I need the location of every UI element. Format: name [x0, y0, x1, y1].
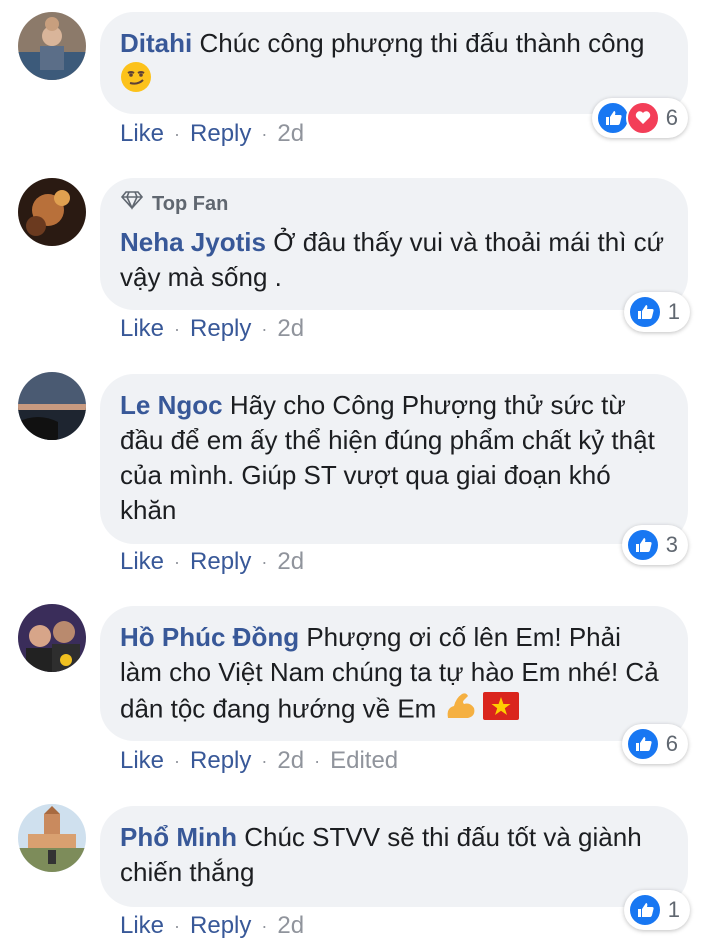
separator: ·	[261, 318, 268, 339]
separator: ·	[174, 123, 181, 144]
comment-author[interactable]: Neha Jyotis	[120, 227, 266, 257]
reply-button[interactable]: Reply	[190, 747, 251, 775]
badge-label: Top Fan	[152, 192, 229, 215]
reaction-summary[interactable]: 6	[621, 724, 688, 764]
comment-actions: Like · Reply · 2d	[120, 548, 304, 576]
comment-actions: Like · Reply · 2d	[120, 912, 304, 940]
avatar[interactable]	[18, 372, 86, 440]
reaction-count: 3	[665, 532, 678, 557]
comment-author[interactable]: Le Ngoc	[120, 390, 223, 420]
reaction-count: 6	[665, 731, 678, 756]
reply-button[interactable]: Reply	[190, 912, 251, 940]
like-reaction-icon	[627, 893, 662, 927]
comment-actions: Like · Reply · 2d	[120, 120, 304, 148]
like-reaction-icon	[627, 295, 662, 329]
top-fan-badge: Top Fan	[120, 190, 668, 217]
comment-bubble: Phổ Minh Chúc STVV sẽ thi đấu tốt và già…	[100, 806, 688, 907]
reply-button[interactable]: Reply	[190, 315, 251, 343]
comment-text: Chúc công phượng thi đấu thành công	[199, 28, 645, 58]
comment-bubble: Ditahi Chúc công phượng thi đấu thành cô…	[100, 12, 688, 114]
comment-timestamp[interactable]: 2d	[277, 315, 304, 343]
comment-timestamp[interactable]: 2d	[277, 120, 304, 148]
comment-actions: Like · Reply · 2d	[120, 315, 304, 343]
separator: ·	[261, 551, 268, 572]
reply-button[interactable]: Reply	[190, 548, 251, 576]
separator: ·	[174, 318, 181, 339]
separator: ·	[174, 915, 181, 936]
separator: ·	[261, 123, 268, 144]
avatar[interactable]	[18, 604, 86, 672]
like-button[interactable]: Like	[120, 747, 164, 775]
reaction-summary[interactable]: 3	[621, 525, 688, 565]
separator: ·	[174, 551, 181, 572]
separator: ·	[174, 750, 181, 771]
like-reaction-icon	[625, 528, 660, 562]
reply-button[interactable]: Reply	[190, 120, 251, 148]
comment-actions: Like · Reply · 2d · Edited	[120, 747, 398, 775]
reaction-count: 1	[667, 299, 680, 324]
separator: ·	[261, 750, 268, 771]
comment-author[interactable]: Hồ Phúc Đồng	[120, 622, 299, 652]
edited-label[interactable]: Edited	[330, 747, 398, 775]
separator: ·	[314, 750, 321, 771]
like-reaction-icon	[625, 727, 660, 761]
comment-bubble: Hồ Phúc Đồng Phượng ơi cố lên Em! Phải l…	[100, 606, 688, 741]
comment-author[interactable]: Ditahi	[120, 28, 192, 58]
comment-bubble: Top Fan Neha Jyotis Ở đâu thấy vui và th…	[100, 178, 688, 310]
diamond-icon	[120, 190, 144, 217]
comment-timestamp[interactable]: 2d	[277, 747, 304, 775]
reaction-count: 6	[665, 105, 678, 130]
reaction-summary[interactable]: 1	[623, 890, 690, 930]
comment-author[interactable]: Phổ Minh	[120, 822, 237, 852]
avatar[interactable]	[18, 178, 86, 246]
smirk-face-icon	[120, 61, 152, 102]
love-reaction-icon	[625, 101, 660, 135]
like-button[interactable]: Like	[120, 912, 164, 940]
reaction-summary[interactable]: 6	[591, 98, 688, 138]
comment-bubble: Le Ngoc Hãy cho Công Phượng thử sức từ đ…	[100, 374, 688, 544]
like-button[interactable]: Like	[120, 315, 164, 343]
flexed-biceps-icon	[444, 690, 476, 731]
like-reaction-icon	[595, 101, 630, 135]
like-button[interactable]: Like	[120, 120, 164, 148]
comment-timestamp[interactable]: 2d	[277, 912, 304, 940]
reaction-summary[interactable]: 1	[623, 292, 690, 332]
reaction-count: 1	[667, 897, 680, 922]
vietnam-flag-icon	[482, 692, 519, 729]
avatar[interactable]	[18, 12, 86, 80]
like-button[interactable]: Like	[120, 548, 164, 576]
separator: ·	[261, 915, 268, 936]
comment-timestamp[interactable]: 2d	[277, 548, 304, 576]
avatar[interactable]	[18, 804, 86, 872]
